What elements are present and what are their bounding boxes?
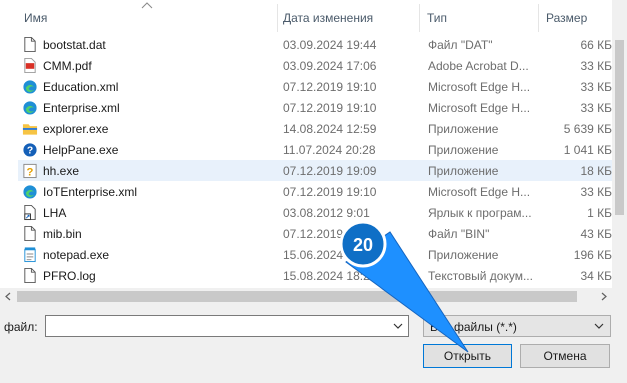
annotation-step-number: 20 bbox=[353, 235, 373, 255]
step-annotation: 20 bbox=[339, 220, 469, 353]
